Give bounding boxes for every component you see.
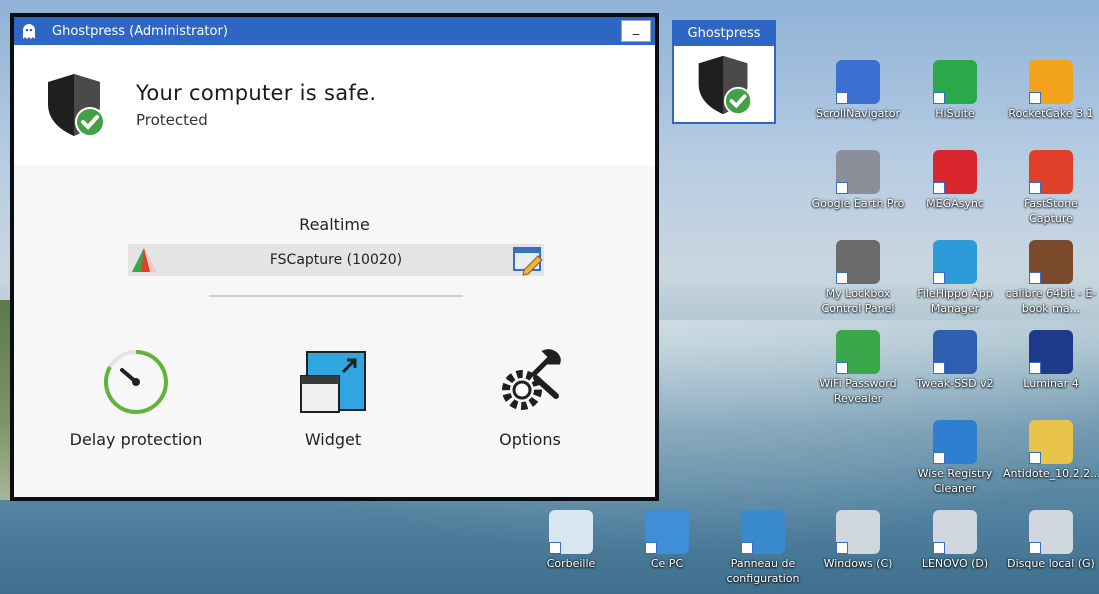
- desktop-icon-scrollnavigator[interactable]: ScrollNavigator: [810, 60, 906, 121]
- safe-icon: [836, 240, 880, 284]
- status-title: Your computer is safe.: [136, 81, 377, 105]
- rocketcake-icon: [1029, 60, 1073, 104]
- minimize-button[interactable]: _: [621, 20, 651, 42]
- status-subtitle: Protected: [136, 111, 208, 129]
- desktop-icon-label: FileHippo App Manager: [917, 287, 993, 315]
- mini-widget-title: Ghostpress: [674, 22, 774, 46]
- desktop-icon-calibre[interactable]: calibre 64bit - E-book ma...: [1003, 240, 1099, 316]
- google-earth-icon: [836, 150, 880, 194]
- desktop-icon-label: Panneau de configuration: [726, 557, 800, 585]
- drive-icon: [1029, 510, 1073, 554]
- desktop-icon-megasync[interactable]: MEGAsync: [907, 150, 1003, 211]
- desktop-icon-label: RocketCake 3.1: [1008, 107, 1094, 120]
- desktop-icon-filehippo[interactable]: FileHippo App Manager: [907, 240, 1003, 316]
- desktop-icon-label: Tweak-SSD v2: [916, 377, 994, 390]
- desktop-icon-lockbox[interactable]: My Lockbox Control Panel: [810, 240, 906, 316]
- delay-protection-label: Delay protection: [69, 430, 203, 449]
- zip-folder-icon: [1029, 420, 1073, 464]
- filehippo-icon: [933, 240, 977, 284]
- desktop-icon-wise-registry[interactable]: Wise Registry Cleaner: [907, 420, 1003, 496]
- desktop-icon-windows-c[interactable]: Windows (C): [810, 510, 906, 571]
- desktop-icon-local-g[interactable]: Disque local (G): [1003, 510, 1099, 571]
- timer-icon: [104, 350, 168, 414]
- process-name: FSCapture (10020): [269, 252, 403, 268]
- computer-icon: [645, 510, 689, 554]
- window-title: Ghostpress (Administrator): [52, 23, 228, 39]
- divider: [209, 295, 463, 297]
- desktop-icon-label: FastStone Capture: [1024, 197, 1078, 225]
- widget-label: Widget: [304, 430, 362, 449]
- ghost-icon: [23, 24, 35, 39]
- desktop-icon-label: Google Earth Pro: [811, 197, 905, 210]
- desktop-icon-control-panel[interactable]: Panneau de configuration: [715, 510, 811, 586]
- desktop-icon-label: Wise Registry Cleaner: [917, 467, 993, 495]
- books-icon: [1029, 240, 1073, 284]
- control-panel-icon: [741, 510, 785, 554]
- desktop-icon-label: Disque local (G): [1007, 557, 1095, 570]
- ghostpress-window: Ghostpress (Administrator) _ Your comput…: [10, 13, 659, 501]
- desktop-icon-rocketcake[interactable]: RocketCake 3.1: [1003, 60, 1099, 121]
- drive-icon: [836, 510, 880, 554]
- mega-icon: [933, 150, 977, 194]
- realtime-label: Realtime: [299, 215, 370, 234]
- desktop-icon-label: Antidote_10.2.2...: [1003, 467, 1099, 480]
- desktop-icon-label: Luminar 4: [1023, 377, 1079, 390]
- desktop-icon-hisuite[interactable]: HiSuite: [907, 60, 1003, 121]
- desktop-icon-label: Corbeille: [546, 557, 596, 570]
- desktop-icon-antidote[interactable]: Antidote_10.2.2...: [1003, 420, 1099, 481]
- options-button[interactable]: Options: [440, 348, 620, 449]
- fastcapture-icon: [132, 248, 156, 272]
- hisuite-icon: [933, 60, 977, 104]
- desktop-icon-label: HiSuite: [935, 107, 975, 120]
- wise-registry-icon: [933, 420, 977, 464]
- luminar-icon: [1029, 330, 1073, 374]
- desktop-icon-label: LENOVO (D): [921, 557, 989, 570]
- desktop-icon-label: Windows (C): [823, 557, 893, 570]
- widget-icon: [300, 351, 366, 413]
- desktop-icon-label: ScrollNavigator: [816, 107, 900, 120]
- desktop-icon-label: WiFi Password Revealer: [819, 377, 897, 405]
- desktop-icon-faststone[interactable]: FastStone Capture: [1003, 150, 1099, 226]
- status-header: Your computer is safe. Protected: [14, 45, 655, 165]
- shield-check-icon: [48, 74, 105, 137]
- realtime-process-row[interactable]: FSCapture (10020): [128, 244, 544, 276]
- desktop-icon-label: MEGAsync: [926, 197, 984, 210]
- widget-button[interactable]: Widget: [243, 348, 423, 449]
- desktop-icon-luminar[interactable]: Luminar 4: [1003, 330, 1099, 391]
- gears-icon: [502, 349, 561, 410]
- desktop-icon-lenovo-d[interactable]: LENOVO (D): [907, 510, 1003, 571]
- edit-icon[interactable]: [512, 244, 544, 276]
- options-label: Options: [499, 430, 561, 449]
- drive-icon: [933, 510, 977, 554]
- ghostpress-mini-widget[interactable]: Ghostpress: [672, 20, 776, 124]
- delay-protection-button[interactable]: Delay protection: [46, 348, 226, 449]
- desktop-icon-label: My Lockbox Control Panel: [821, 287, 895, 315]
- desktop-icon-tweak-ssd[interactable]: Tweak-SSD v2: [907, 330, 1003, 391]
- title-bar[interactable]: Ghostpress (Administrator) _: [14, 17, 655, 45]
- faststone-icon: [1029, 150, 1073, 194]
- shield-check-icon: [698, 55, 753, 116]
- desktop-icon-recycle-bin[interactable]: Corbeille: [523, 510, 619, 571]
- tweak-ssd-icon: [933, 330, 977, 374]
- desktop-icon-google-earth[interactable]: Google Earth Pro: [810, 150, 906, 211]
- wifi-icon: [836, 330, 880, 374]
- desktop-icon-this-pc[interactable]: Ce PC: [619, 510, 715, 571]
- desktop-icon-label: calibre 64bit - E-book ma...: [1005, 287, 1097, 315]
- scrollnavigator-icon: [836, 60, 880, 104]
- desktop-icon-wifi-revealer[interactable]: WiFi Password Revealer: [810, 330, 906, 406]
- main-panel: Realtime FSCapture (10020) Delay protect…: [14, 165, 655, 497]
- recycle-bin-icon: [549, 510, 593, 554]
- desktop-icon-label: Ce PC: [650, 557, 684, 570]
